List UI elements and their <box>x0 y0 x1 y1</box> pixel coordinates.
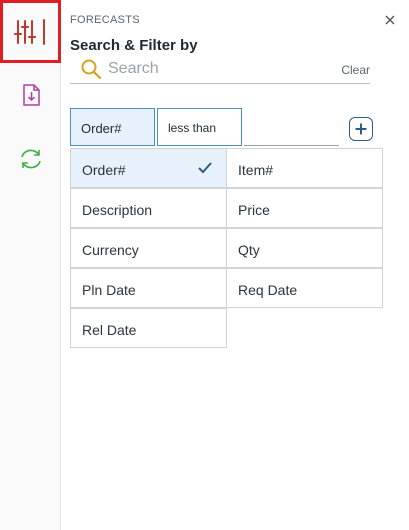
plus-icon <box>355 123 367 135</box>
refresh-icon <box>20 149 41 169</box>
field-option-label: Qty <box>238 242 260 258</box>
file-download-icon <box>22 84 40 106</box>
field-option-order[interactable]: Order# <box>70 148 227 188</box>
side-rail <box>0 0 61 530</box>
field-option-description[interactable]: Description <box>70 188 227 228</box>
field-option-pln-date[interactable]: Pln Date <box>70 268 227 308</box>
field-option-rel-date[interactable]: Rel Date <box>70 308 227 348</box>
refresh-button[interactable] <box>0 142 61 176</box>
field-option-label: Pln Date <box>82 282 136 298</box>
close-button[interactable] <box>382 12 398 28</box>
filter-operator-select[interactable]: less than <box>157 108 242 146</box>
filter-tool-button[interactable] <box>0 0 61 63</box>
checkmark-icon <box>198 162 212 174</box>
field-option-currency[interactable]: Currency <box>70 228 227 268</box>
search-filter-panel: FORECASTS Search & Filter by Clear Order… <box>62 0 409 530</box>
field-option-qty[interactable]: Qty <box>226 228 383 268</box>
breadcrumb: FORECASTS <box>70 14 140 26</box>
field-option-label: Order# <box>82 162 126 178</box>
field-option-label: Description <box>82 202 153 218</box>
field-option-label: Currency <box>82 242 139 258</box>
search-input[interactable] <box>108 58 288 80</box>
field-option-price[interactable]: Price <box>226 188 383 228</box>
field-option-label: Price <box>238 202 270 218</box>
sliders-icon <box>13 18 45 45</box>
field-option-item[interactable]: Item# <box>226 148 383 188</box>
add-filter-button[interactable] <box>349 117 373 141</box>
clear-button[interactable]: Clear <box>341 63 370 77</box>
search-icon <box>80 58 102 85</box>
field-option-req-date[interactable]: Req Date <box>226 268 383 308</box>
export-button[interactable] <box>0 78 61 112</box>
field-option-label: Item# <box>238 162 274 178</box>
field-option-label: Rel Date <box>82 322 137 338</box>
filter-field-select[interactable]: Order# <box>70 108 155 146</box>
close-icon <box>385 15 395 25</box>
search-bar: Clear <box>70 55 370 84</box>
filter-value-input[interactable] <box>244 118 339 146</box>
field-option-label: Req Date <box>238 282 298 298</box>
page-title: Search & Filter by <box>70 37 198 54</box>
